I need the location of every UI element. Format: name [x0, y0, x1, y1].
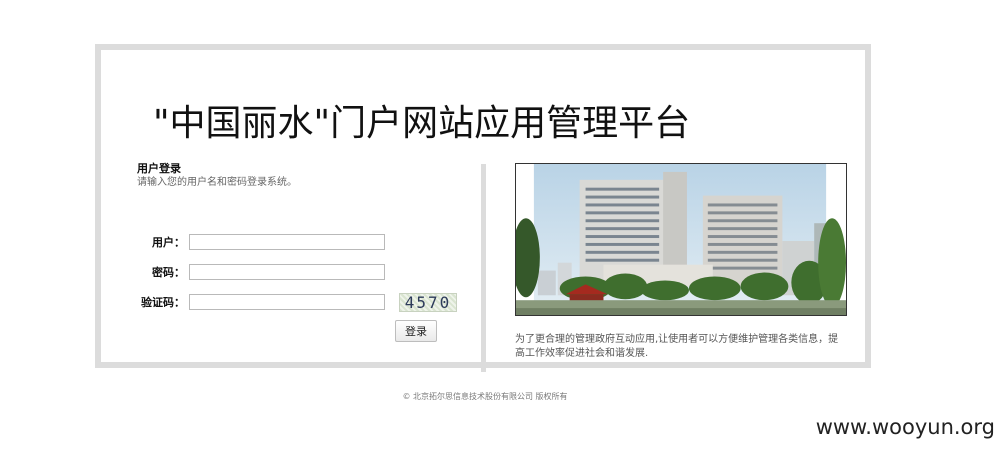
login-button[interactable]: 登录 — [395, 320, 437, 342]
copyright-text: © 北京拓尔思信息技术股份有限公司 版权所有 — [402, 392, 568, 401]
login-heading: 用户登录 — [137, 162, 181, 175]
building-photo-illustration — [516, 164, 846, 315]
page-title: "中国丽水"门户网站应用管理平台 — [153, 103, 691, 144]
vertical-divider — [481, 164, 486, 372]
captcha-row: 验证码： 4570 — [137, 292, 457, 312]
intro-text: 为了更合理的管理政府互动应用,让使用者可以方便维护管理各类信息，提高工作效率促进… — [515, 334, 839, 359]
login-form: 用户登录 请输入您的用户名和密码登录系统。 用户： 密码： 验证码： 4570 … — [137, 162, 477, 368]
username-row: 用户： — [137, 232, 385, 252]
login-description: 请输入您的用户名和密码登录系统。 — [137, 177, 297, 188]
password-input[interactable] — [189, 264, 385, 280]
login-panel: "中国丽水"门户网站应用管理平台 用户登录 请输入您的用户名和密码登录系统。 用… — [95, 44, 871, 372]
username-label: 用户： — [152, 236, 185, 249]
username-input[interactable] — [189, 234, 385, 250]
captcha-input[interactable] — [189, 294, 385, 310]
password-label: 密码： — [152, 266, 185, 279]
building-photo — [515, 163, 847, 316]
password-row: 密码： — [137, 262, 385, 282]
watermark-text: www.wooyun.org — [815, 415, 995, 439]
captcha-label: 验证码： — [141, 296, 185, 309]
captcha-image[interactable]: 4570 — [399, 292, 457, 312]
